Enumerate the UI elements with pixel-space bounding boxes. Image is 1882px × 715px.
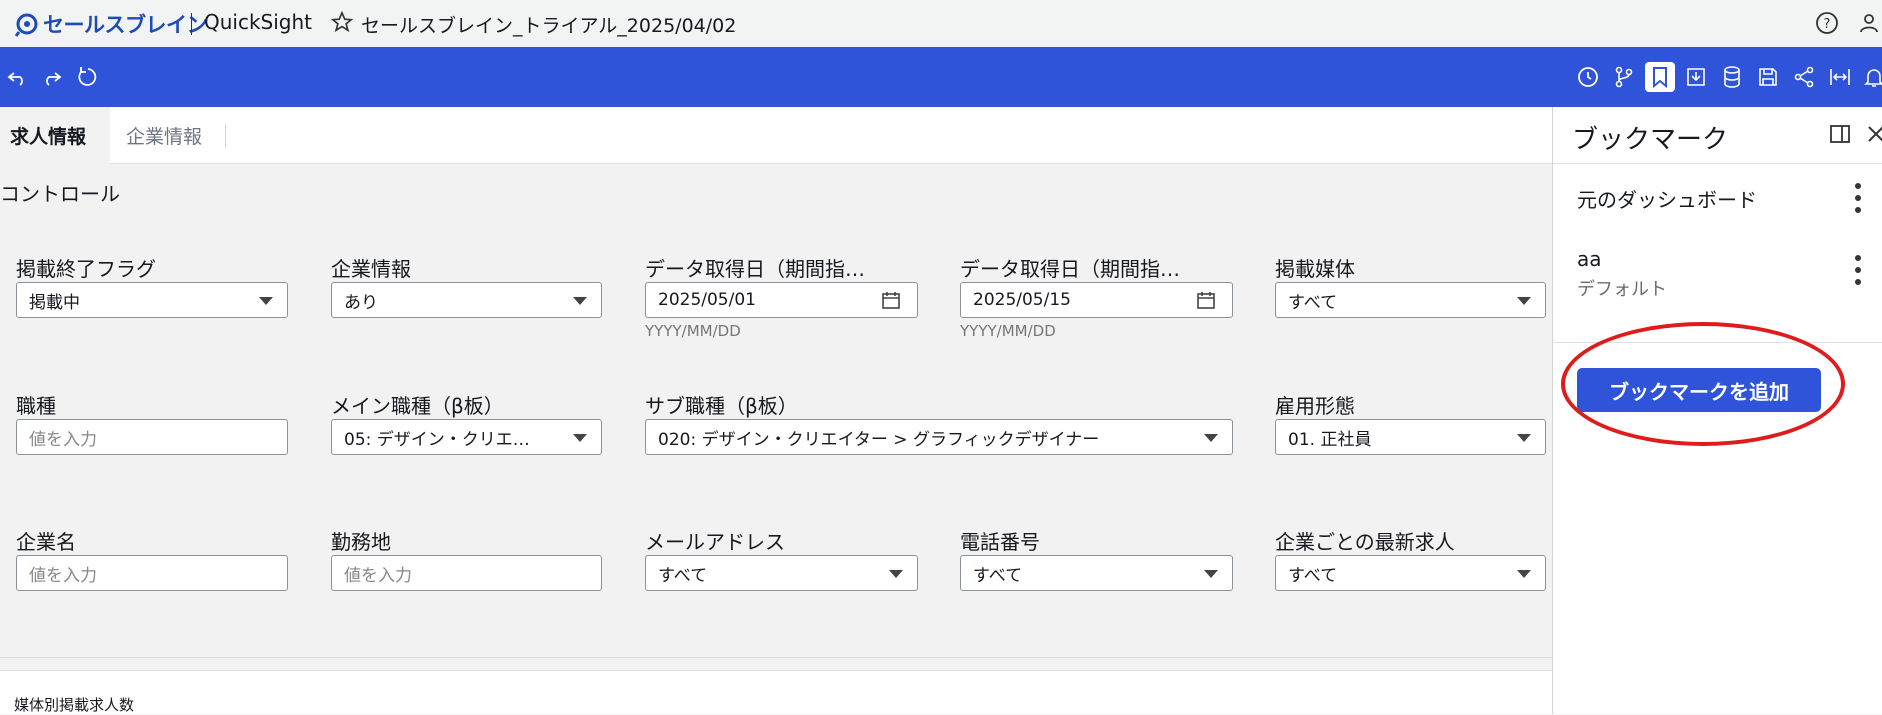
title-bar: セールスブレイン QuickSight セールスブレイン_トライアル_2025/…: [0, 0, 1882, 47]
user-icon[interactable]: [1857, 11, 1881, 35]
input-placeholder: 値を入力: [29, 565, 97, 586]
control-label: メールアドレス: [645, 530, 785, 554]
section-divider: [0, 657, 1552, 658]
listing-end-flag-dropdown[interactable]: 掲載中: [16, 282, 288, 318]
control-label: 企業ごとの最新求人: [1275, 530, 1455, 554]
chevron-down-icon: [1204, 434, 1218, 442]
job-type-input[interactable]: 値を入力: [16, 419, 288, 455]
chevron-down-icon: [1517, 434, 1531, 442]
input-placeholder: 値を入力: [344, 565, 412, 586]
date-format-hint: YYYY/MM/DD: [645, 322, 741, 340]
control-label: 雇用形態: [1275, 394, 1355, 418]
bookmark-original-dashboard[interactable]: 元のダッシュボード: [1577, 184, 1757, 213]
sheet-tabs: 求人情報 企業情報: [0, 107, 1552, 164]
control-label: 掲載媒体: [1275, 257, 1355, 281]
visual-title: 媒体別掲載求人数: [14, 696, 135, 714]
tab-company-info[interactable]: 企業情報: [116, 107, 212, 164]
undo-icon[interactable]: [2, 62, 32, 92]
latest-job-dropdown[interactable]: すべて: [1275, 555, 1546, 591]
reset-icon[interactable]: [73, 62, 103, 92]
dropdown-value: すべて: [658, 565, 708, 586]
svg-text:?: ?: [1824, 17, 1831, 32]
more-options-icon[interactable]: [1855, 255, 1863, 293]
toolbar: [0, 47, 1882, 107]
chevron-down-icon: [573, 297, 587, 305]
calendar-icon[interactable]: [881, 290, 901, 310]
control-label: 企業名: [16, 530, 76, 554]
logo-icon: [14, 13, 38, 37]
highlight-annotation: [1561, 322, 1845, 446]
brand-logo[interactable]: セールスブレイン: [14, 9, 208, 39]
dropdown-value: すべて: [1288, 565, 1338, 586]
dashboard-title: セールスブレイン_トライアル_2025/04/02: [361, 15, 737, 37]
bookmark-aa[interactable]: aa: [1577, 247, 1602, 271]
date-format-hint: YYYY/MM/DD: [960, 322, 1056, 340]
media-dropdown[interactable]: すべて: [1275, 282, 1546, 318]
company-name-input[interactable]: 値を入力: [16, 555, 288, 591]
close-icon[interactable]: [1865, 123, 1882, 145]
date-to-input[interactable]: 2025/05/15: [960, 282, 1233, 318]
panel-divider: [1553, 163, 1882, 164]
save-icon[interactable]: [1753, 62, 1783, 92]
chevron-down-icon: [573, 434, 587, 442]
dropdown-value: あり: [344, 292, 378, 313]
phone-dropdown[interactable]: すべて: [960, 555, 1233, 591]
chevron-down-icon: [259, 297, 273, 305]
chevron-down-icon: [1517, 297, 1531, 305]
control-label: データ取得日（期間指…: [645, 257, 865, 281]
dataset-icon[interactable]: [1717, 62, 1747, 92]
fit-width-icon[interactable]: [1825, 62, 1855, 92]
header-divider: [191, 13, 192, 35]
company-info-dropdown[interactable]: あり: [331, 282, 602, 318]
input-placeholder: 値を入力: [29, 429, 97, 450]
branch-icon[interactable]: [1609, 62, 1639, 92]
bell-icon[interactable]: [1859, 62, 1882, 92]
product-name: QuickSight: [204, 10, 313, 34]
control-label: 職種: [16, 394, 56, 418]
employment-type-dropdown[interactable]: 01. 正社員: [1275, 419, 1546, 455]
visual-panel: [0, 670, 1552, 714]
tab-divider: [225, 124, 226, 148]
chevron-down-icon: [1517, 570, 1531, 578]
main-job-type-dropdown[interactable]: 05: デザイン・クリエ…: [331, 419, 602, 455]
tab-job-info[interactable]: 求人情報: [0, 107, 110, 164]
brand-name: セールスブレイン: [43, 13, 208, 37]
download-icon[interactable]: [1681, 62, 1711, 92]
dropdown-value: すべて: [973, 565, 1023, 586]
sub-job-type-dropdown[interactable]: 020: デザイン・クリエイター > グラフィックデザイナー: [645, 419, 1233, 455]
share-icon[interactable]: [1789, 62, 1819, 92]
date-from-input[interactable]: 2025/05/01: [645, 282, 918, 318]
star-icon[interactable]: [331, 11, 353, 33]
dropdown-value: 掲載中: [29, 292, 80, 313]
date-value: 2025/05/01: [658, 290, 756, 310]
dropdown-value: 01. 正社員: [1288, 429, 1372, 450]
control-label: 電話番号: [960, 530, 1040, 554]
bookmark-default-label: デフォルト: [1577, 279, 1667, 300]
dropdown-value: 020: デザイン・クリエイター > グラフィックデザイナー: [658, 429, 1100, 450]
more-options-icon[interactable]: [1855, 183, 1863, 221]
chevron-down-icon: [1204, 570, 1218, 578]
dock-panel-icon[interactable]: [1829, 123, 1851, 145]
dropdown-value: 05: デザイン・クリエ…: [344, 429, 530, 450]
control-label: 企業情報: [331, 257, 411, 281]
bookmarks-title: ブックマーク: [1572, 125, 1729, 155]
bookmark-icon[interactable]: [1645, 62, 1675, 92]
controls-heading: コントロール: [0, 182, 120, 206]
calendar-icon[interactable]: [1196, 290, 1216, 310]
control-label: 勤務地: [331, 530, 391, 554]
email-dropdown[interactable]: すべて: [645, 555, 918, 591]
dropdown-value: すべて: [1288, 292, 1338, 313]
control-label: データ取得日（期間指…: [960, 257, 1180, 281]
control-label: サブ職種（β板）: [645, 394, 798, 418]
history-icon[interactable]: [1573, 62, 1603, 92]
control-label: メイン職種（β板）: [331, 394, 504, 418]
control-label: 掲載終了フラグ: [16, 257, 156, 281]
help-icon[interactable]: ?: [1815, 11, 1839, 35]
work-location-input[interactable]: 値を入力: [331, 555, 602, 591]
date-value: 2025/05/15: [973, 290, 1071, 310]
redo-icon[interactable]: [37, 62, 67, 92]
chevron-down-icon: [889, 570, 903, 578]
